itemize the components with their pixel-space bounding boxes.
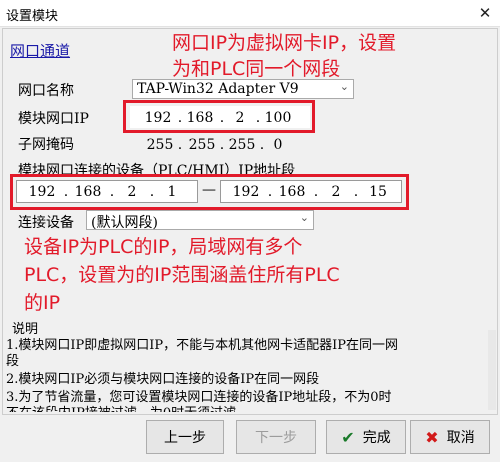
ip-octet: 2	[127, 184, 137, 200]
ip-octet: 255	[146, 137, 174, 153]
ip-octet: 0	[273, 137, 283, 153]
device-range-label: 模块网口连接的设备（PLC/HMI）IP地址段	[18, 163, 296, 179]
subnet-field[interactable]: 255 . 255 . 255 . 0	[130, 133, 310, 155]
ip-dot: .	[267, 184, 273, 200]
next-button[interactable]: 下一步	[236, 420, 316, 454]
annotation-top-line2: 为和PLC同一个网段	[172, 58, 341, 80]
description-line: 2.模块网口IP必须与模块网口连接的设备IP在同一网段	[6, 372, 320, 387]
ip-octet: 255	[188, 137, 216, 153]
finish-button-label: 完成	[362, 430, 391, 446]
ip-octet: 192	[144, 110, 172, 126]
close-icon[interactable]: ✕	[470, 0, 500, 26]
port-name-label: 网口名称	[18, 83, 74, 99]
ip-dot: .	[219, 137, 225, 153]
next-button-label: 下一步	[255, 430, 297, 446]
subnet-label: 子网掩码	[18, 137, 74, 153]
connect-device-value: (默认网段)	[91, 215, 158, 231]
range-end-field[interactable]: 192 . 168 . 2 . 15	[220, 180, 402, 203]
finish-button[interactable]: ✔ 完成	[326, 420, 406, 454]
chevron-down-icon: ⌄	[339, 80, 349, 93]
annotation-top-line1: 网口IP为虚拟网卡IP，设置	[172, 32, 397, 54]
ip-octet: 192	[232, 184, 260, 200]
window-titlebar: 设置模块 ✕	[0, 0, 500, 27]
cancel-button[interactable]: ✖ 取消	[410, 420, 490, 454]
description-line: 段	[6, 354, 20, 369]
ip-dot: .	[177, 110, 183, 126]
annotation-bottom-line1: 设备IP为PLC的IP，局域网有多个	[24, 236, 303, 258]
ip-octet: 2	[331, 184, 341, 200]
ip-octet: 168	[186, 110, 214, 126]
annotation-bottom-line3: 的IP	[24, 292, 61, 314]
range-start-field[interactable]: 192 . 168 . 2 . 1	[16, 180, 198, 203]
description-line: 1.模块网口IP即虚拟网口IP，不能与本机其他网卡适配器IP在同一网	[6, 338, 399, 353]
ip-octet: 255	[228, 137, 256, 153]
ip-dot: .	[177, 137, 183, 153]
ip-dot: .	[313, 184, 319, 200]
module-ip-label: 模块网口IP	[18, 111, 89, 127]
chevron-down-icon: ⌄	[299, 211, 309, 224]
connect-device-label: 连接设备	[18, 215, 74, 231]
prev-button-label: 上一步	[164, 430, 206, 446]
cancel-button-label: 取消	[446, 430, 475, 446]
ip-octet: 15	[369, 184, 387, 200]
ip-dot: .	[63, 184, 69, 200]
ip-octet: 192	[28, 184, 56, 200]
port-name-select[interactable]: TAP-Win32 Adapter V9 ⌄	[132, 79, 354, 99]
ip-dot: .	[149, 184, 155, 200]
description-scrollbar[interactable]	[488, 330, 496, 410]
section-title: 网口通道	[10, 42, 71, 60]
ip-octet: 2	[235, 110, 245, 126]
connect-device-select[interactable]: (默认网段) ⌄	[86, 210, 314, 231]
cross-icon: ✖	[425, 427, 439, 447]
module-ip-field[interactable]: 192 . 168 . 2 . 100	[130, 106, 310, 128]
port-name-value: TAP-Win32 Adapter V9	[137, 81, 299, 97]
ip-dot: .	[255, 110, 261, 126]
ip-octet: 168	[278, 184, 306, 200]
range-separator: —	[202, 182, 216, 198]
ip-dot: .	[353, 184, 359, 200]
window-title: 设置模块	[6, 9, 59, 24]
prev-button[interactable]: 上一步	[146, 420, 224, 454]
annotation-bottom-line2: PLC，设置为的IP范围涵盖住所有PLC	[24, 264, 340, 286]
ip-octet: 168	[74, 184, 102, 200]
ip-dot: .	[109, 184, 115, 200]
ip-octet: 100	[264, 110, 292, 126]
ip-octet: 1	[167, 184, 177, 200]
check-icon: ✔	[341, 427, 355, 447]
description-line: 不在该段内IP接被过滤，为0时无须过滤	[6, 402, 236, 412]
